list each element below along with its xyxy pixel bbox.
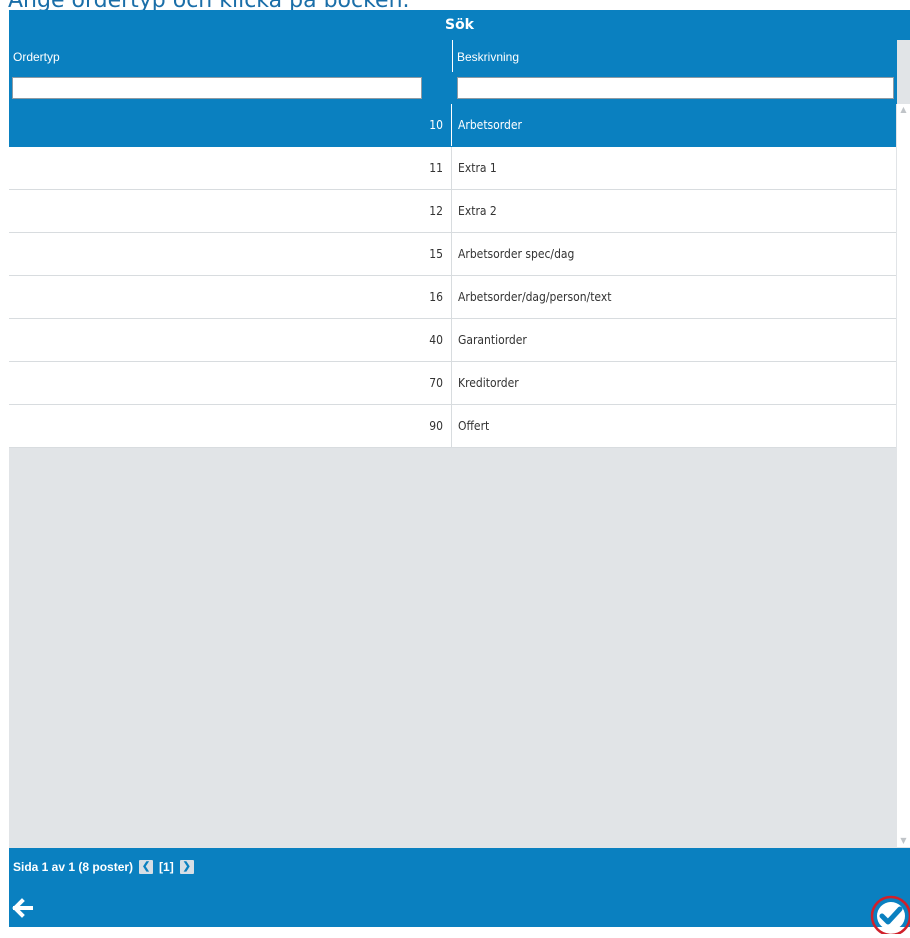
cell-beskrivning: Garantiorder (458, 333, 527, 347)
cell-ordertyp: 15 (9, 233, 452, 275)
cell-beskrivning: Extra 2 (458, 204, 497, 218)
chevron-left-icon[interactable]: ❮ (139, 860, 154, 874)
column-label-ordertyp: Ordertyp (13, 50, 60, 64)
cell-ordertyp: 40 (9, 319, 452, 361)
cell-ordertyp: 70 (9, 362, 452, 404)
cell-ordertyp: 90 (9, 405, 452, 447)
table-row[interactable]: 11 Extra 1 (9, 147, 896, 190)
column-label-beskrivning: Beskrivning (457, 50, 520, 64)
cell-beskrivning: Kreditorder (458, 376, 519, 390)
table-row[interactable]: 16 Arbetsorder/dag/person/text (9, 276, 896, 319)
chevron-right-icon[interactable]: ❯ (179, 860, 194, 874)
search-dialog: Sök Ordertyp Beskrivning 10 Arbetsorder 11… (9, 10, 910, 937)
cell-beskrivning: Extra 1 (458, 161, 497, 175)
checkmark-icon (870, 895, 910, 937)
cell-ordertyp: 12 (9, 190, 452, 232)
arrow-left-icon (12, 898, 33, 918)
footer-bar: Sida 1 av 1 (8 poster) ❮ [1] ❯ (9, 848, 910, 937)
cell-beskrivning: Arbetsorder/dag/person/text (458, 290, 612, 304)
pager: Sida 1 av 1 (8 poster) ❮ [1] ❯ (13, 860, 194, 874)
filter-ordertyp-input[interactable] (12, 77, 422, 99)
back-button[interactable] (9, 893, 39, 923)
filter-beskrivning-input[interactable] (457, 77, 894, 99)
cell-ordertyp: 11 (9, 147, 452, 189)
scroll-up-icon[interactable]: ▲ (897, 104, 910, 116)
table-row[interactable]: 10 Arbetsorder (9, 104, 896, 147)
pager-summary: Sida 1 av 1 (8 poster) (13, 860, 134, 874)
table-row[interactable]: 12 Extra 2 (9, 190, 896, 233)
instruction-text: Ange ordertyp och klicka på bocken. (8, 0, 410, 13)
results-table: 10 Arbetsorder 11 Extra 1 12 Extra 2 15 Arbetso… (9, 104, 896, 448)
cell-ordertyp: 10 (9, 104, 452, 146)
cell-beskrivning: Arbetsorder (458, 118, 522, 132)
filter-row (9, 72, 897, 104)
dialog-title: Sök (9, 10, 910, 40)
cell-ordertyp: 16 (9, 276, 452, 318)
scroll-down-icon[interactable]: ▼ (897, 835, 910, 847)
table-row[interactable]: 70 Kreditorder (9, 362, 896, 405)
table-row[interactable]: 40 Garantiorder (9, 319, 896, 362)
vertical-scrollbar[interactable]: ▲ ▼ (897, 104, 910, 847)
pager-current-page[interactable]: [1] (159, 860, 174, 874)
table-row[interactable]: 90 Offert (9, 405, 896, 448)
cell-beskrivning: Offert (458, 419, 490, 433)
confirm-button[interactable] (867, 890, 910, 937)
table-row[interactable]: 15 Arbetsorder spec/dag (9, 233, 896, 276)
cell-beskrivning: Arbetsorder spec/dag (458, 247, 575, 261)
